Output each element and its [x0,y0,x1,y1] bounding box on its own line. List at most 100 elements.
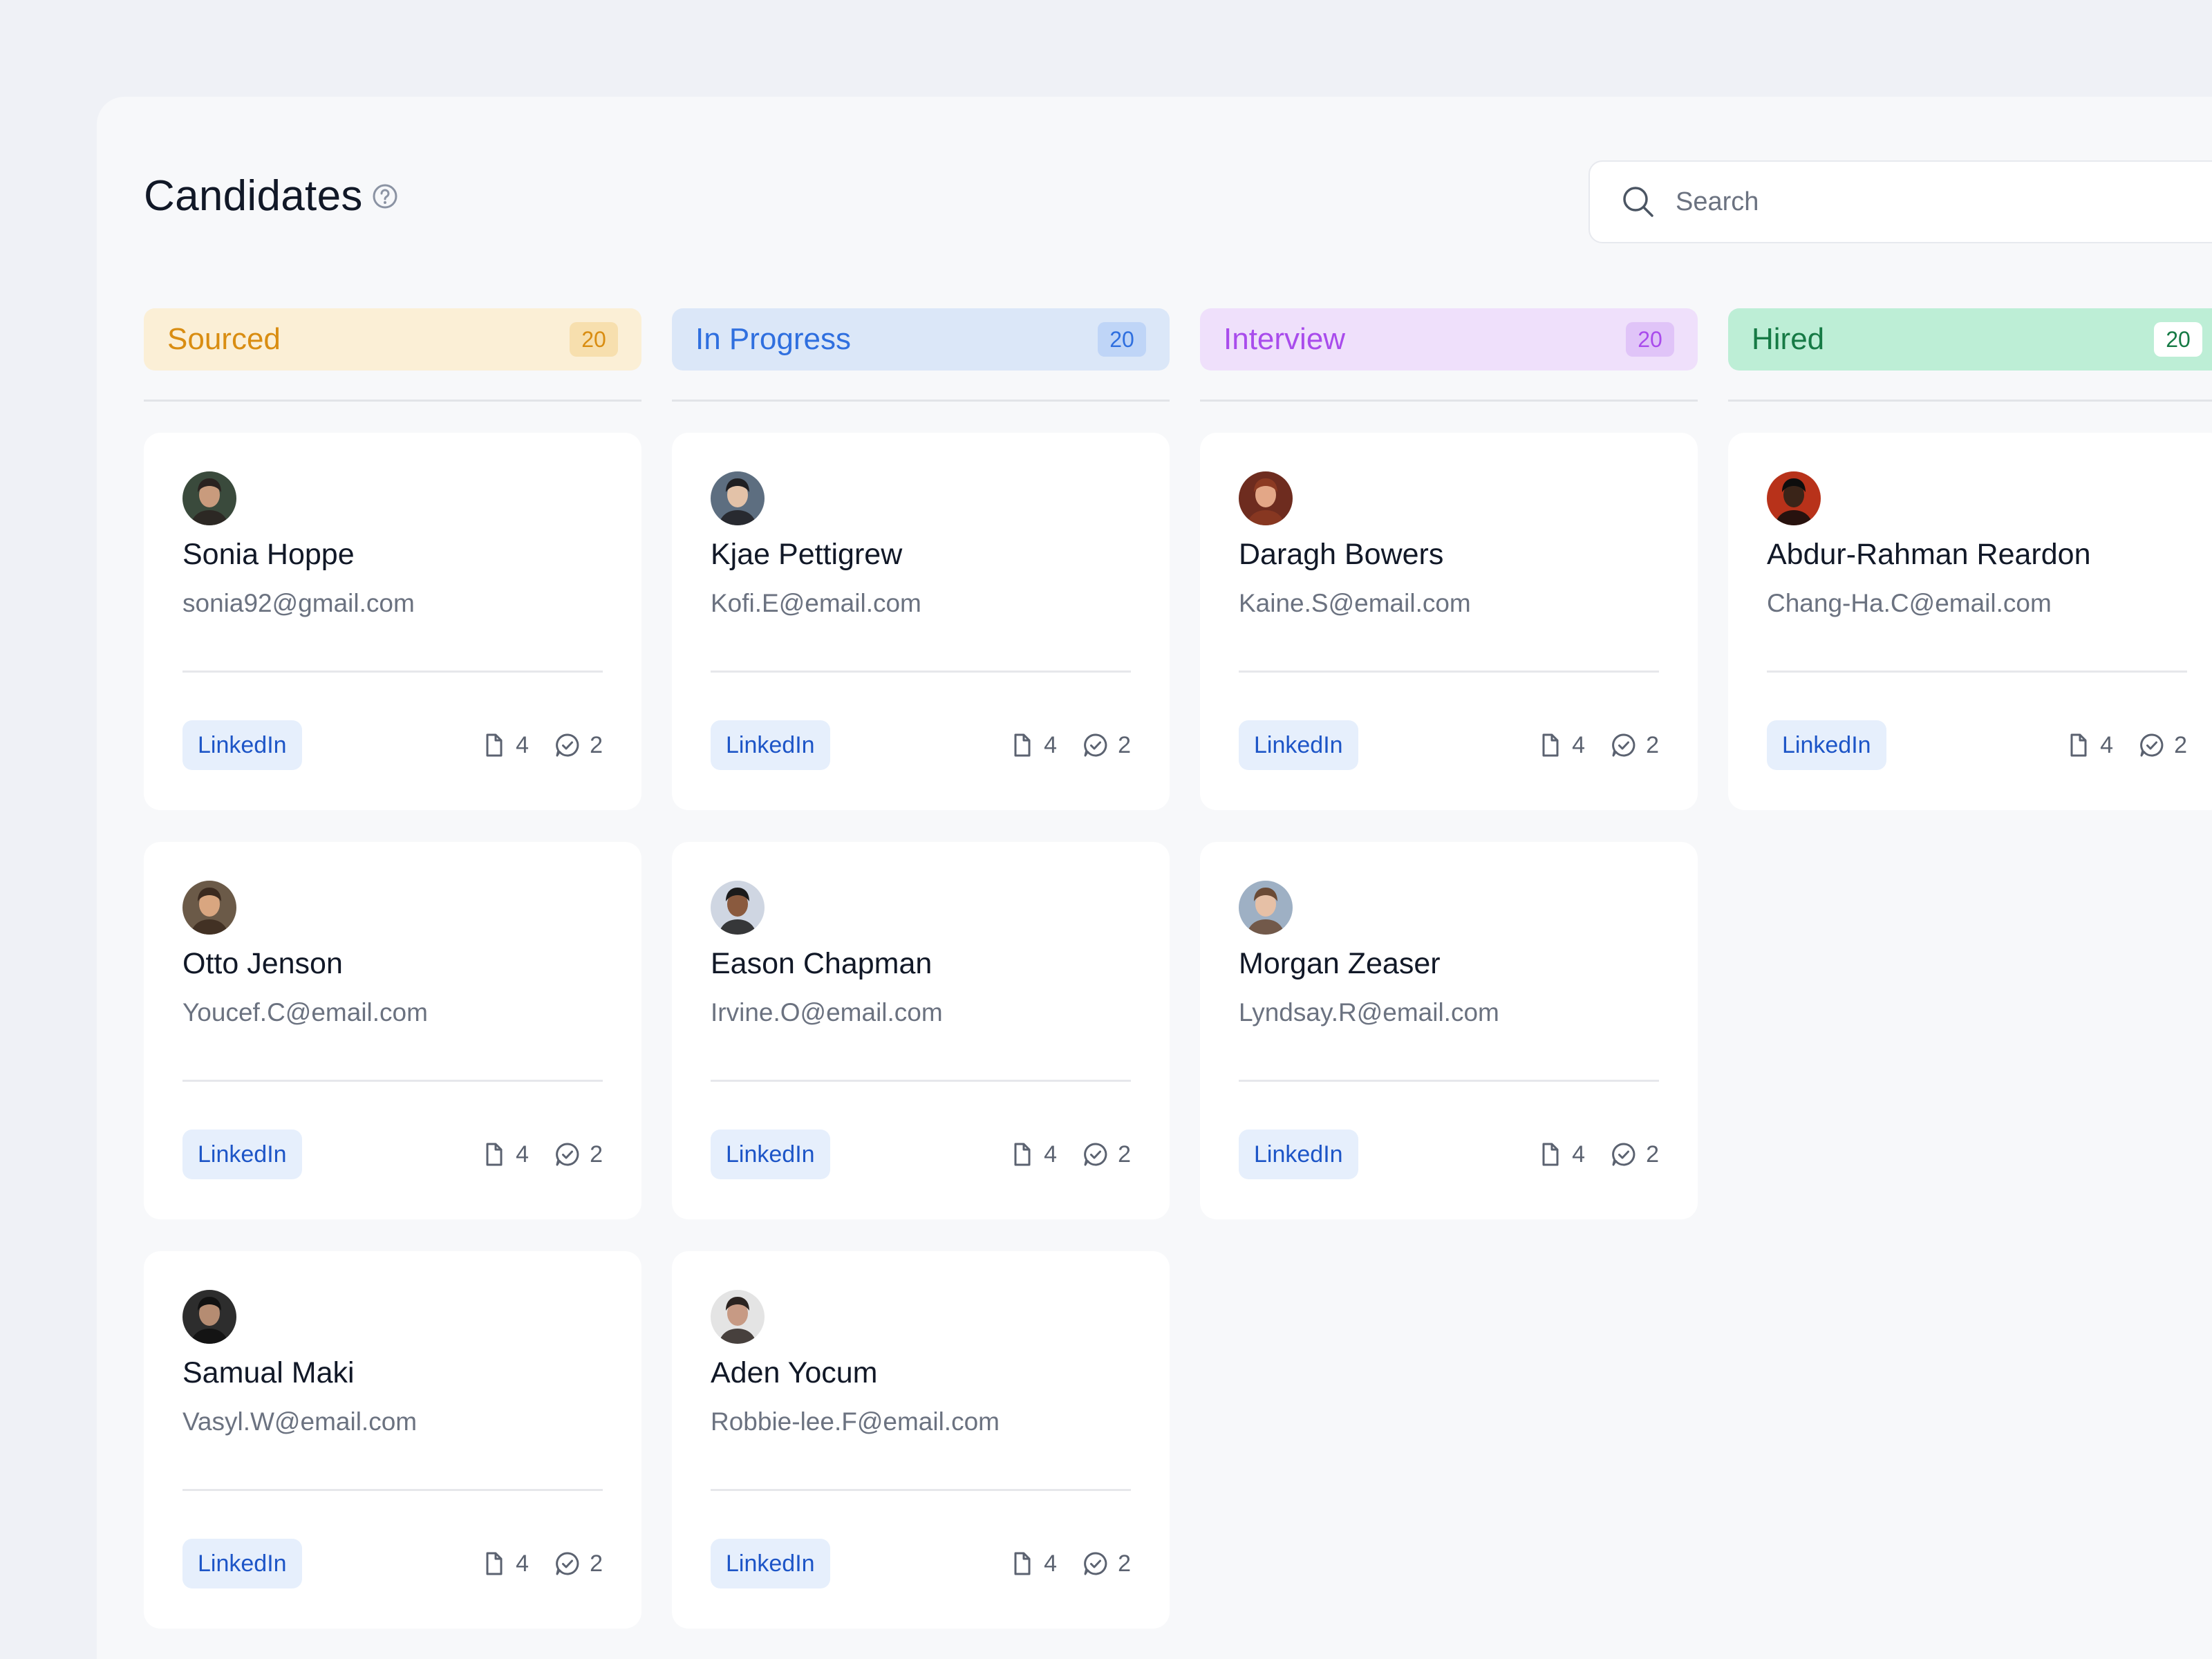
candidate-card[interactable]: Otto Jenson Youcef.C@email.com LinkedIn 4 2 [144,842,641,1219]
candidate-card[interactable]: Aden Yocum Robbie-lee.F@email.com LinkedIn… [672,1251,1170,1629]
candidate-card[interactable]: Kjae Pettigrew Kofi.E@email.com LinkedIn 4 2 [672,433,1170,810]
avatar[interactable] [1767,471,1821,525]
avatar[interactable] [711,471,765,525]
column-header-progress[interactable]: In Progress 20 [672,308,1170,371]
source-tag[interactable]: LinkedIn [182,1130,302,1179]
candidate-name[interactable]: Sonia Hoppe [182,538,355,572]
candidates-board: Candidates Sourced 20 Sonia Hoppe sonia92@g… [97,97,2212,1659]
candidate-card[interactable]: Samual Maki Vasyl.W@email.com LinkedIn 4 2 [144,1251,641,1629]
comment-count: 2 [590,731,603,758]
column-header-interview[interactable]: Interview 20 [1200,308,1698,371]
source-tag[interactable]: LinkedIn [1239,1130,1358,1179]
avatar[interactable] [1239,471,1293,525]
card-meta: 42 [480,1141,603,1168]
avatar[interactable] [182,471,236,525]
search-input[interactable] [1674,186,2161,218]
avatar[interactable] [711,881,765,935]
document-icon[interactable] [480,1550,507,1577]
column-header-hired[interactable]: Hired 20 [1728,308,2212,371]
comment-count: 2 [1118,1141,1131,1168]
column-title: Sourced [167,322,281,356]
avatar[interactable] [182,1290,236,1344]
candidate-name[interactable]: Abdur-Rahman Reardon [1767,538,2091,572]
chat-bubble-check-icon[interactable] [554,1141,581,1168]
chat-bubble-check-icon[interactable] [1082,1550,1109,1577]
help-circle-icon[interactable] [371,182,399,210]
card-divider [711,1489,1131,1491]
attachment-count: 4 [516,731,529,758]
card-meta: 42 [1536,731,1659,759]
column-count-badge: 20 [2154,322,2202,357]
candidate-card[interactable]: Eason Chapman Irvine.O@email.com LinkedIn 4… [672,842,1170,1219]
candidate-name[interactable]: Kjae Pettigrew [711,538,902,572]
card-meta: 42 [1536,1141,1659,1168]
candidate-email: sonia92@gmail.com [182,589,415,617]
column-count-badge: 20 [1098,322,1146,357]
search-box[interactable] [1588,160,2212,243]
document-icon[interactable] [1008,731,1035,759]
column-count-badge: 20 [1626,322,1674,357]
source-tag[interactable]: LinkedIn [1767,720,1886,770]
attachment-count: 4 [1572,1141,1586,1168]
document-icon[interactable] [1536,1141,1564,1168]
source-tag[interactable]: LinkedIn [711,1130,830,1179]
document-icon[interactable] [1536,731,1564,759]
source-tag[interactable]: LinkedIn [182,1539,302,1588]
candidate-email: Youcef.C@email.com [182,998,428,1027]
candidate-name[interactable]: Daragh Bowers [1239,538,1443,572]
candidate-name[interactable]: Eason Chapman [711,947,932,981]
column-divider [1200,400,1698,402]
card-meta: 42 [480,1550,603,1577]
document-icon[interactable] [1008,1550,1035,1577]
column-divider [1728,400,2212,402]
source-tag[interactable]: LinkedIn [1239,720,1358,770]
candidate-card[interactable]: Abdur-Rahman Reardon Chang-Ha.C@email.com… [1728,433,2212,810]
avatar[interactable] [182,881,236,935]
candidate-name[interactable]: Samual Maki [182,1356,355,1390]
chat-bubble-check-icon[interactable] [554,1550,581,1577]
card-meta: 42 [1008,731,1131,759]
candidate-name[interactable]: Otto Jenson [182,947,343,981]
source-tag[interactable]: LinkedIn [711,1539,830,1588]
card-meta: 42 [1008,1550,1131,1577]
column-divider [672,400,1170,402]
chat-bubble-check-icon[interactable] [554,731,581,759]
card-divider [1767,671,2187,673]
card-divider [711,1080,1131,1082]
chat-bubble-check-icon[interactable] [2138,731,2166,759]
comment-count: 2 [1118,731,1131,758]
card-meta: 42 [480,731,603,759]
candidate-email: Kofi.E@email.com [711,589,921,617]
document-icon[interactable] [480,731,507,759]
candidate-email: Irvine.O@email.com [711,998,943,1027]
avatar[interactable] [1239,881,1293,935]
chat-bubble-check-icon[interactable] [1082,731,1109,759]
comment-count: 2 [1646,1141,1659,1168]
document-icon[interactable] [2064,731,2092,759]
candidate-name[interactable]: Morgan Zeaser [1239,947,1441,981]
comment-count: 2 [2174,731,2187,758]
card-divider [1239,1080,1659,1082]
attachment-count: 4 [1044,1550,1058,1577]
column-title: Hired [1752,322,1825,356]
candidate-email: Kaine.S@email.com [1239,589,1471,617]
comment-count: 2 [1646,731,1659,758]
avatar[interactable] [711,1290,765,1344]
candidate-name[interactable]: Aden Yocum [711,1356,877,1390]
card-meta: 42 [2064,731,2187,759]
candidate-card[interactable]: Morgan Zeaser Lyndsay.R@email.com LinkedIn… [1200,842,1698,1219]
source-tag[interactable]: LinkedIn [182,720,302,770]
candidate-email: Vasyl.W@email.com [182,1407,418,1436]
document-icon[interactable] [480,1141,507,1168]
chat-bubble-check-icon[interactable] [1610,1141,1638,1168]
source-tag[interactable]: LinkedIn [711,720,830,770]
attachment-count: 4 [516,1550,529,1577]
chat-bubble-check-icon[interactable] [1082,1141,1109,1168]
chat-bubble-check-icon[interactable] [1610,731,1638,759]
comment-count: 2 [590,1550,603,1577]
candidate-card[interactable]: Sonia Hoppe sonia92@gmail.com LinkedIn 4 2 [144,433,641,810]
column-header-sourced[interactable]: Sourced 20 [144,308,641,371]
page-header: Candidates [144,171,399,221]
candidate-card[interactable]: Daragh Bowers Kaine.S@email.com LinkedIn 4 2 [1200,433,1698,810]
document-icon[interactable] [1008,1141,1035,1168]
